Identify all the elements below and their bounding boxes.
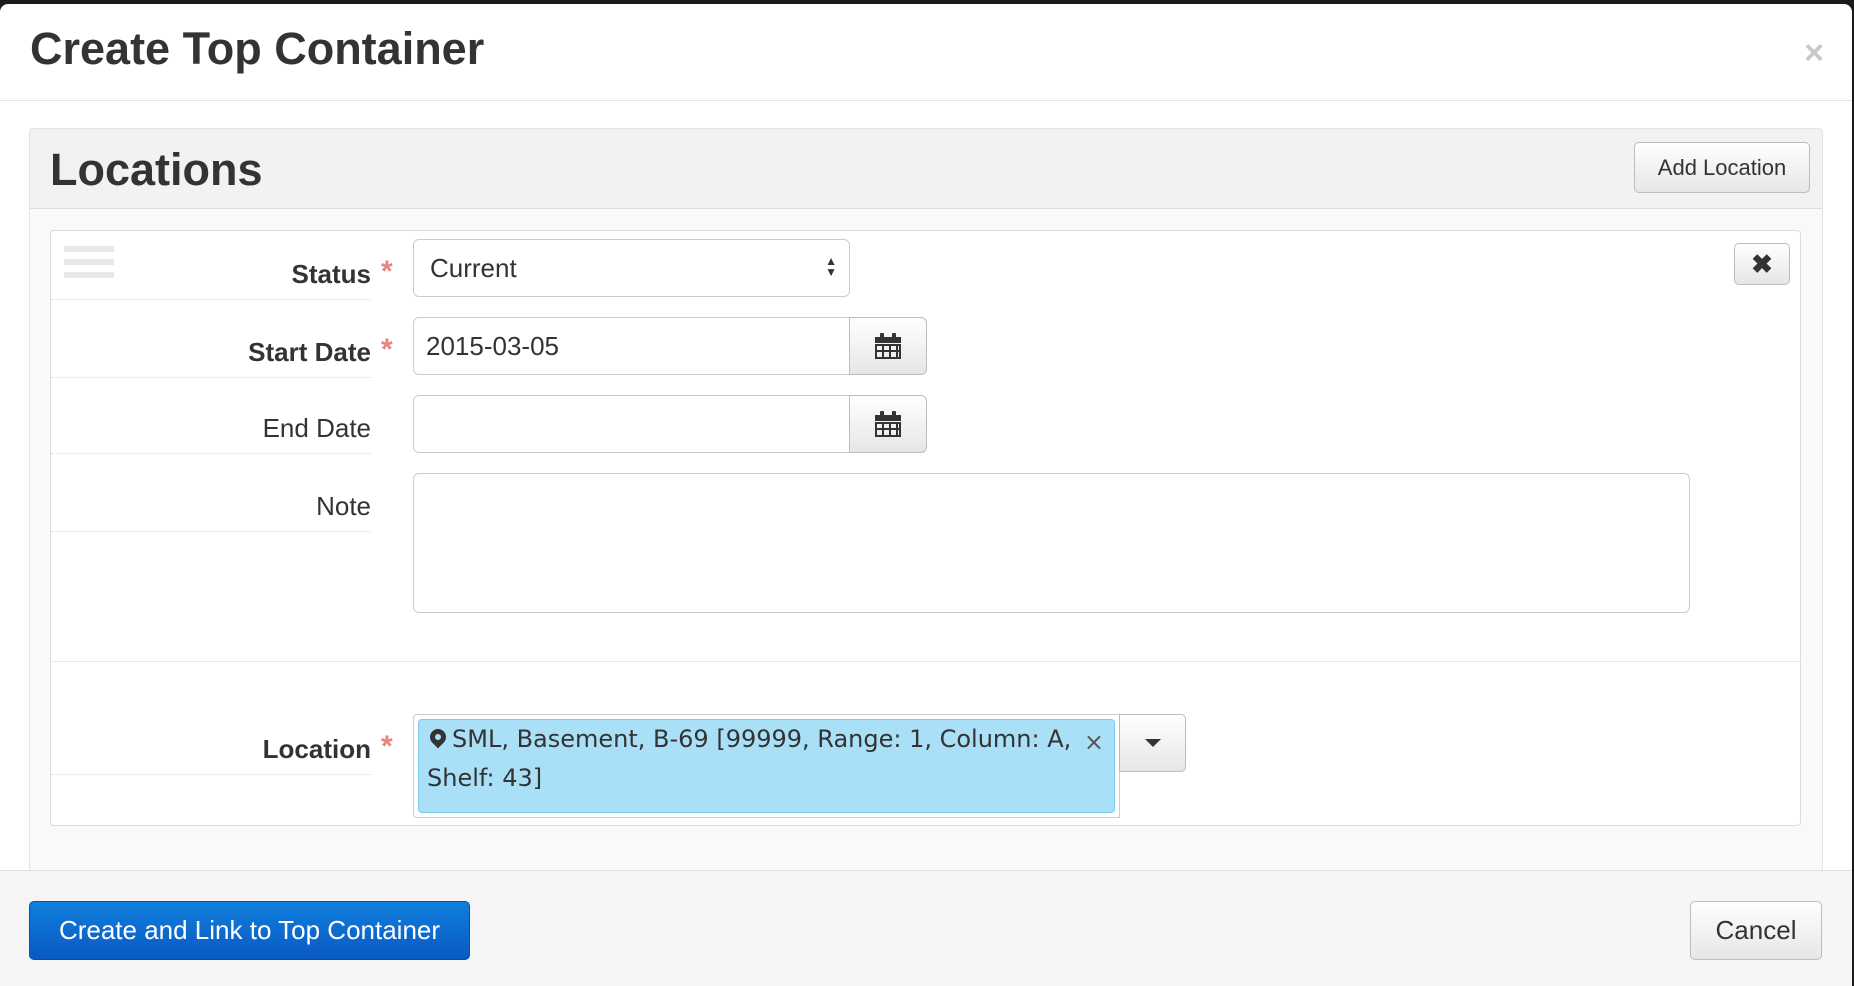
caret-down-icon — [1144, 739, 1161, 747]
note-textarea[interactable] — [413, 473, 1690, 613]
location-token-remove-icon[interactable]: × — [1084, 730, 1104, 754]
calendar-icon — [875, 411, 901, 437]
end-date-label: End Date — [51, 415, 371, 454]
add-location-button[interactable]: Add Location — [1634, 142, 1810, 193]
modal-close-button[interactable]: × — [1804, 36, 1824, 70]
end-date-input[interactable] — [413, 395, 850, 453]
location-token[interactable]: SML, Basement, B-69 [99999, Range: 1, Co… — [418, 719, 1115, 813]
locations-heading: Locations Add Location — [30, 129, 1822, 209]
location-item: ✖ Status * Current ▲ ▼ Start Date * 2015-… — [50, 230, 1801, 826]
section-divider — [51, 661, 1801, 662]
modal-body: Locations Add Location ✖ Status * Curren… — [0, 102, 1852, 870]
end-date-calendar-button[interactable] — [849, 395, 927, 453]
locations-title: Locations — [50, 144, 263, 195]
status-select-value: Current — [430, 253, 517, 283]
modal-title: Create Top Container — [30, 23, 485, 74]
create-and-link-button[interactable]: Create and Link to Top Container — [29, 901, 470, 960]
cancel-button[interactable]: Cancel — [1690, 901, 1822, 960]
locations-subrecord-form: Locations Add Location ✖ Status * Curren… — [29, 128, 1823, 870]
create-top-container-modal: Create Top Container × Locations Add Loc… — [0, 4, 1852, 986]
modal-header: Create Top Container × — [0, 4, 1852, 101]
map-marker-icon — [430, 729, 446, 749]
note-label: Note — [51, 493, 371, 532]
status-required-star: * — [381, 255, 393, 288]
start-date-required-star: * — [381, 333, 393, 366]
remove-location-button[interactable]: ✖ — [1734, 243, 1790, 285]
location-token-text: SML, Basement, B-69 [99999, Range: 1, Co… — [427, 725, 1072, 792]
modal-footer: Create and Link to Top Container Cancel — [0, 870, 1852, 986]
location-linker[interactable]: SML, Basement, B-69 [99999, Range: 1, Co… — [413, 714, 1120, 818]
location-label: Location — [51, 736, 371, 775]
start-date-calendar-button[interactable] — [849, 317, 927, 375]
status-select[interactable]: Current ▲ ▼ — [413, 239, 850, 297]
location-dropdown-button[interactable] — [1119, 714, 1186, 772]
status-label: Status — [51, 261, 371, 300]
location-required-star: * — [381, 730, 393, 763]
select-arrows-icon: ▲ ▼ — [825, 254, 837, 279]
start-date-label: Start Date — [51, 339, 371, 378]
start-date-input[interactable]: 2015-03-05 — [413, 317, 850, 375]
calendar-icon — [875, 333, 901, 359]
